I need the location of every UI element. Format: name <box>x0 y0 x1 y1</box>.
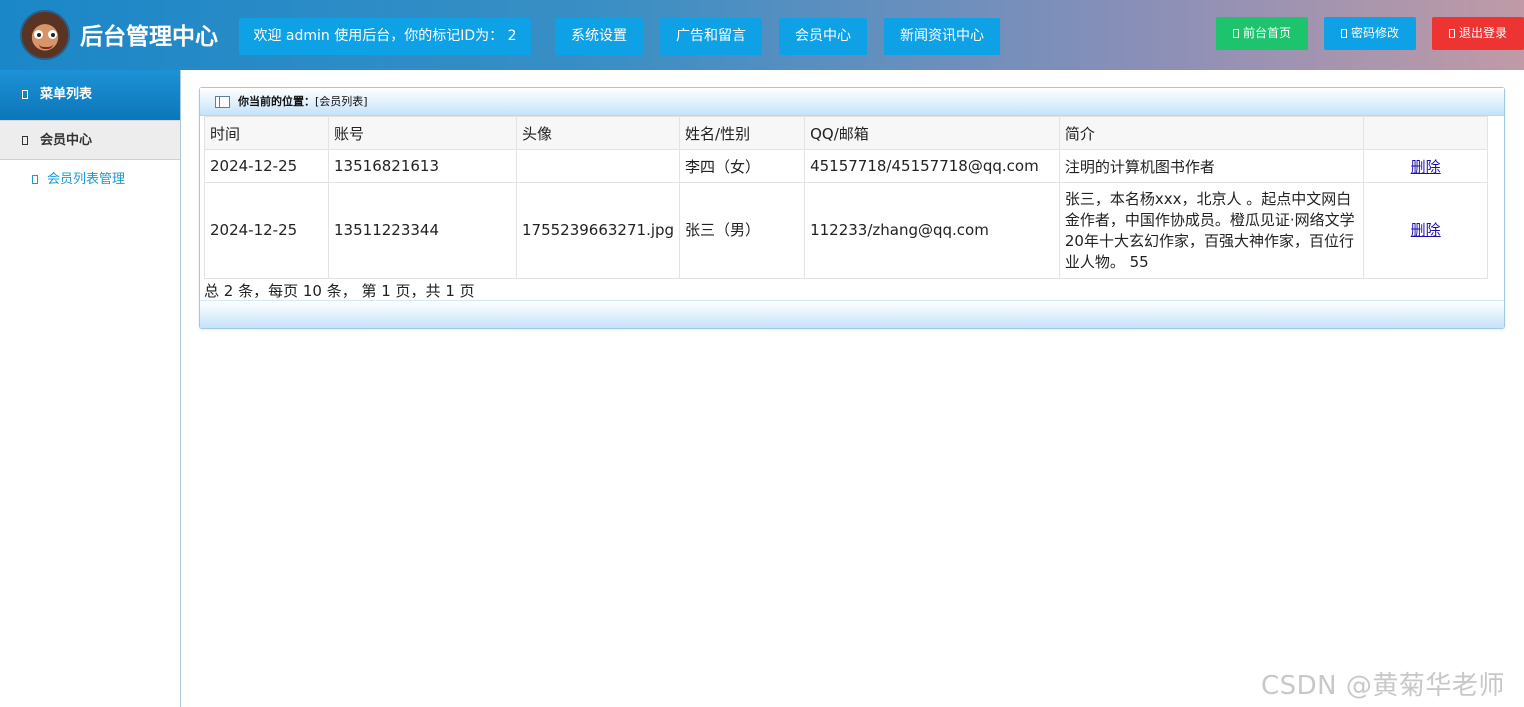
cell-account: 13516821613 <box>328 149 517 183</box>
col-avatar: 头像 <box>515 116 681 150</box>
cell-time: 2024-12-25 <box>203 182 330 279</box>
cell-name: 张三（男） <box>679 182 806 279</box>
location-value: [会员列表] <box>315 95 368 108</box>
change-password-button[interactable]: 密码修改 <box>1324 17 1416 50</box>
member-table: 时间 账号 头像 姓名/性别 QQ/邮箱 简介 2024-12-25 13516… <box>203 116 1488 279</box>
cell-avatar: 1755239663271.jpg <box>515 182 681 279</box>
col-time: 时间 <box>203 116 330 150</box>
nav-ads-messages-button[interactable]: 广告和留言 <box>660 18 762 55</box>
pagination-info: 总 2 条，每页 10 条， 第 1 页，共 1 页 <box>204 282 475 300</box>
sidebar-item-member-list[interactable]: 会员列表管理 <box>0 160 180 200</box>
cell-time: 2024-12-25 <box>203 149 330 183</box>
cell-action: 删除 <box>1363 149 1488 183</box>
menu-list-header[interactable]: 菜单列表 <box>0 70 180 120</box>
col-qq-email: QQ/邮箱 <box>804 116 1060 150</box>
welcome-banner: 欢迎 admin 使用后台，你的标记ID为： 2 <box>239 18 531 55</box>
delete-link[interactable]: 删除 <box>1411 221 1441 239</box>
cell-intro: 注明的计算机图书作者 <box>1058 149 1365 183</box>
cell-name: 李四（女） <box>679 149 806 183</box>
location-label: 你当前的位置： <box>238 95 315 108</box>
cell-contact: 45157718/45157718@qq.com <box>804 149 1060 183</box>
menu-icon <box>22 90 28 99</box>
cell-account: 13511223344 <box>328 182 517 279</box>
logout-button[interactable]: 退出登录 <box>1432 17 1524 50</box>
avatar-logo <box>20 10 70 60</box>
logout-icon <box>1448 29 1455 38</box>
nav-member-center-button[interactable]: 会员中心 <box>779 18 867 55</box>
cell-intro: 张三，本名杨xxx，北京人 。起点中文网白金作者，中国作协成员。橙瓜见证·网络文… <box>1058 182 1365 279</box>
cell-action: 删除 <box>1363 182 1488 279</box>
delete-link[interactable]: 删除 <box>1411 158 1441 176</box>
breadcrumb: 你当前的位置：[会员列表] <box>200 88 1504 116</box>
cell-avatar <box>515 149 681 183</box>
app-title: 后台管理中心 <box>80 24 218 50</box>
watermark: CSDN @黄菊华老师 <box>1261 671 1505 701</box>
front-home-button[interactable]: 前台首页 <box>1216 17 1308 50</box>
panel-footer <box>200 300 1504 328</box>
col-intro: 简介 <box>1058 116 1365 150</box>
top-header: 后台管理中心 欢迎 admin 使用后台，你的标记ID为： 2 系统设置 广告和… <box>0 0 1524 70</box>
table-row: 2024-12-25 13516821613 李四（女） 45157718/45… <box>203 149 1488 183</box>
nav-system-settings-button[interactable]: 系统设置 <box>555 18 643 55</box>
location-icon <box>215 96 230 108</box>
table-header-row: 时间 账号 头像 姓名/性别 QQ/邮箱 简介 <box>203 116 1488 150</box>
sidebar: 菜单列表 会员中心 会员列表管理 <box>0 70 181 707</box>
col-name-gender: 姓名/性别 <box>679 116 806 150</box>
folder-icon <box>22 136 28 145</box>
col-account: 账号 <box>328 116 517 150</box>
nav-news-center-button[interactable]: 新闻资讯中心 <box>884 18 1000 55</box>
content-panel: 你当前的位置：[会员列表] 时间 账号 头像 姓名/性别 QQ/邮箱 简介 20… <box>199 87 1505 329</box>
col-action <box>1363 116 1488 150</box>
key-icon <box>1340 29 1347 38</box>
home-icon <box>1232 29 1239 38</box>
sidebar-group-member-center[interactable]: 会员中心 <box>0 120 180 160</box>
list-icon <box>32 175 38 184</box>
cell-contact: 112233/zhang@qq.com <box>804 182 1060 279</box>
table-row: 2024-12-25 13511223344 1755239663271.jpg… <box>203 182 1488 279</box>
